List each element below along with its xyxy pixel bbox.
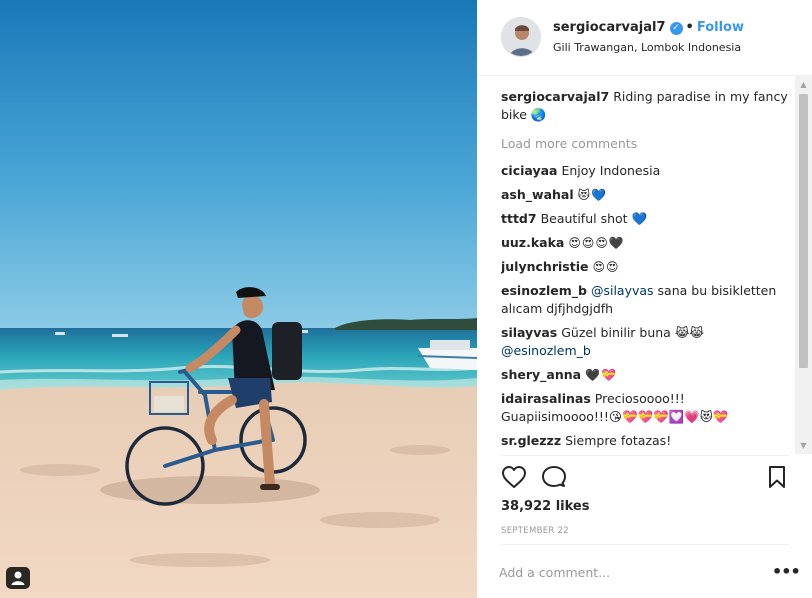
comment-username[interactable]: shery_anna bbox=[501, 367, 581, 382]
post-side-panel: sergiocarvajal7 ✓ • Follow Gili Trawangan, … bbox=[477, 0, 812, 598]
user-tag-icon[interactable] bbox=[6, 567, 30, 589]
heart-icon[interactable] bbox=[501, 465, 527, 493]
comment-mention[interactable]: @esinozlem_b bbox=[501, 343, 591, 358]
follow-button[interactable]: Follow bbox=[697, 20, 744, 35]
scroll-up-arrow-icon[interactable]: ▲ bbox=[795, 76, 812, 93]
location-link[interactable]: Gili Trawangan, Lombok Indonesia bbox=[553, 41, 741, 54]
comments-list: sergiocarvajal7 Riding paradise in my fan… bbox=[501, 88, 791, 450]
comment-text: 😍😍 bbox=[592, 260, 620, 274]
comment-username[interactable]: esinozlem_b bbox=[501, 283, 587, 298]
avatar[interactable] bbox=[501, 17, 541, 57]
comment-item: idairasalinas Preciosoooo!!! Guapiisimooo… bbox=[501, 390, 791, 426]
comment-username[interactable]: ciciayaa bbox=[501, 163, 557, 178]
action-bar bbox=[501, 465, 791, 491]
beach-bike-photo bbox=[0, 0, 477, 598]
comment-username[interactable]: tttd7 bbox=[501, 211, 537, 226]
caption-username[interactable]: sergiocarvajal7 bbox=[501, 89, 609, 104]
username-link[interactable]: sergiocarvajal7 bbox=[553, 20, 666, 35]
comment-text: Siempre fotazas! bbox=[565, 433, 672, 448]
comment-text: Güzel binilir buna 😹😹 bbox=[561, 325, 705, 340]
scroll-down-arrow-icon[interactable]: ▼ bbox=[795, 437, 812, 454]
comment-text: 😍😍😍🖤 bbox=[568, 236, 625, 250]
post-photo[interactable] bbox=[0, 0, 477, 598]
comment-text: 😻💙 bbox=[577, 188, 608, 202]
likes-count[interactable]: 38,922 likes bbox=[501, 499, 589, 514]
comment-username[interactable]: ash_wahal bbox=[501, 187, 574, 202]
bookmark-icon[interactable] bbox=[767, 465, 787, 493]
comment-item: julynchristie 😍😍 bbox=[501, 258, 791, 276]
comment-username[interactable]: julynchristie bbox=[501, 259, 588, 274]
comment-item: silayvas Güzel binilir buna 😹😹 @esinozlem_… bbox=[501, 324, 791, 360]
comment-text: Beautiful shot 💙 bbox=[540, 211, 648, 226]
post-date[interactable]: SEPTEMBER 22 bbox=[501, 526, 569, 536]
divider bbox=[501, 544, 789, 545]
comments-scrollbar[interactable]: ▲ ▼ bbox=[795, 76, 812, 454]
verified-badge-icon: ✓ bbox=[669, 22, 683, 35]
comment-text: 🖤💝 bbox=[585, 368, 617, 382]
comment-item: tttd7 Beautiful shot 💙 bbox=[501, 210, 791, 228]
comment-item: shery_anna 🖤💝 bbox=[501, 366, 791, 384]
comment-username[interactable]: uuz.kaka bbox=[501, 235, 564, 250]
comment-username[interactable]: sr.glezzz bbox=[501, 433, 561, 448]
comment-username[interactable]: silayvas bbox=[501, 325, 557, 340]
post-header: sergiocarvajal7 ✓ • Follow Gili Trawangan, … bbox=[477, 0, 812, 76]
comment-item: ciciayaa Enjoy Indonesia bbox=[501, 162, 791, 180]
comment-username[interactable]: idairasalinas bbox=[501, 391, 591, 406]
add-comment-input[interactable] bbox=[499, 562, 749, 582]
comment-text: Enjoy Indonesia bbox=[561, 163, 661, 178]
comment-bubble-icon[interactable] bbox=[541, 465, 567, 493]
comment-item: sr.glezzz Siempre fotazas! bbox=[501, 432, 791, 450]
comment-item: uuz.kaka 😍😍😍🖤 bbox=[501, 234, 791, 252]
scrollbar-thumb[interactable] bbox=[799, 94, 808, 368]
load-more-comments-button[interactable]: Load more comments bbox=[501, 135, 791, 153]
caption: sergiocarvajal7 Riding paradise in my fan… bbox=[501, 88, 791, 124]
header-user-line: sergiocarvajal7 ✓ • Follow bbox=[553, 20, 744, 35]
comment-item: esinozlem_b @silayvas sana bu bisikletten… bbox=[501, 282, 791, 318]
comment-mention[interactable]: @silayvas bbox=[591, 283, 654, 298]
divider bbox=[501, 455, 789, 456]
separator-dot: • bbox=[685, 20, 694, 35]
more-options-icon[interactable]: ••• bbox=[772, 562, 801, 581]
comment-item: ash_wahal 😻💙 bbox=[501, 186, 791, 204]
